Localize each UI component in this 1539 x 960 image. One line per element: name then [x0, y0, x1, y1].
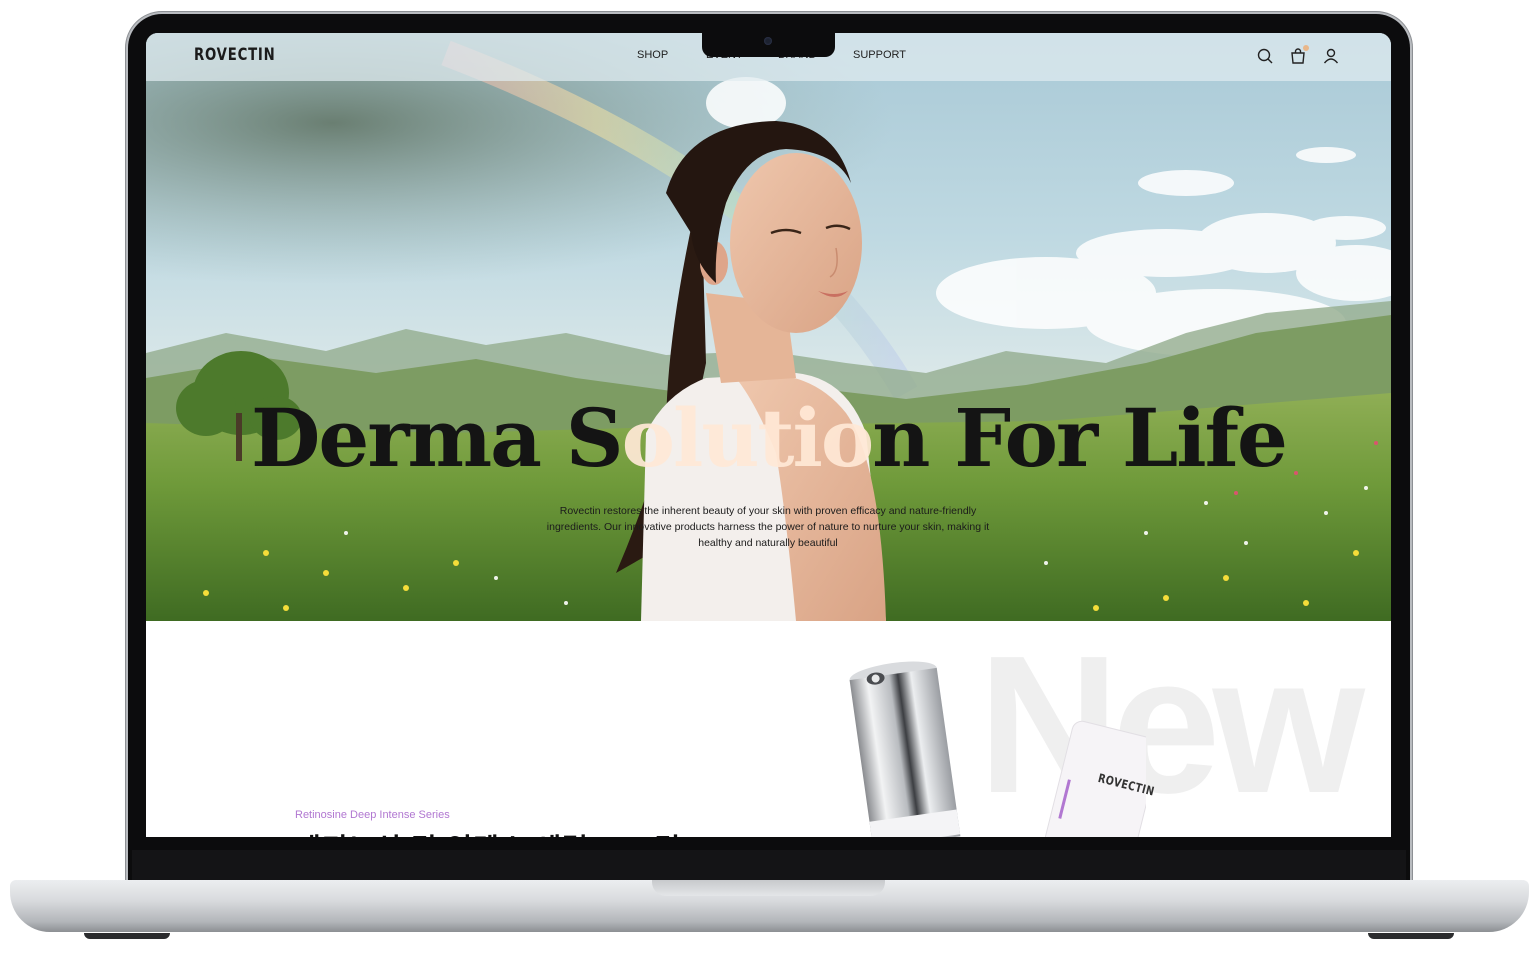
camera-icon — [764, 37, 772, 45]
header-actions — [1256, 45, 1340, 65]
product-image — [849, 661, 1146, 837]
nav-shop[interactable]: SHOP — [637, 49, 706, 61]
nav-support[interactable]: SUPPORT — [853, 49, 913, 61]
laptop-groove — [652, 880, 885, 896]
new-product-section: New ROVECTIN Retinosine Deep Intense Ser… — [146, 621, 1391, 837]
camera-notch — [702, 33, 835, 57]
hero-description: Rovectin restores the inherent beauty of… — [546, 505, 990, 549]
user-icon[interactable] — [1322, 47, 1340, 65]
laptop-foot-right — [1368, 933, 1454, 939]
laptop-bezel-bottom — [132, 850, 1406, 880]
series-label[interactable]: Retinosine Deep Intense Series — [295, 809, 450, 821]
hero-title-part2: n For Life — [872, 391, 1288, 485]
laptop-foot-left — [84, 933, 170, 939]
hero-banner: Derma Solution For Life Rovectin restore… — [146, 33, 1391, 621]
hero-title: Derma Solution For Life — [146, 391, 1391, 485]
brand-logo[interactable]: ROVECTIN — [194, 45, 275, 65]
cart-button[interactable] — [1289, 45, 1309, 65]
series-title[interactable]: 레티노신 딥 인텐스 세럼 & 크림 — [295, 827, 681, 837]
hero-title-accent: olutio — [621, 391, 875, 485]
search-icon[interactable] — [1256, 47, 1274, 65]
browser-screen: Derma Solution For Life Rovectin restore… — [146, 33, 1391, 837]
hero-title-part1: Derma S — [251, 391, 624, 485]
cart-badge — [1303, 45, 1309, 51]
